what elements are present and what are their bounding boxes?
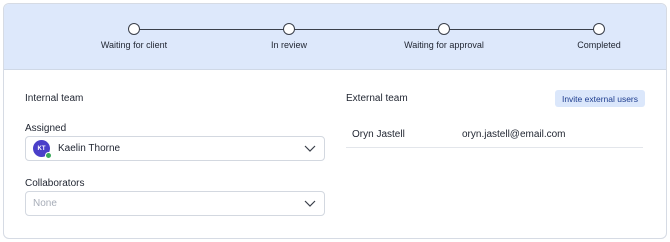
assigned-value: Kaelin Thorne: [58, 143, 121, 154]
collaborators-placeholder: None: [33, 198, 57, 209]
step-dot: [438, 23, 450, 35]
assigned-select[interactable]: KT Kaelin Thorne: [25, 136, 325, 161]
step-completed[interactable]: Completed: [529, 23, 666, 50]
avatar-initials: KT: [37, 145, 46, 152]
invite-external-users-button[interactable]: Invite external users: [555, 90, 645, 107]
step-label: Completed: [577, 40, 621, 50]
online-status-dot: [45, 152, 52, 159]
step-dot: [283, 23, 295, 35]
collaborators-select[interactable]: None: [25, 191, 325, 216]
step-label: Waiting for client: [100, 40, 168, 50]
assigned-label: Assigned: [25, 123, 67, 134]
step-dot: [593, 23, 605, 35]
collaborators-label: Collaborators: [25, 178, 85, 189]
external-team-title: External team: [346, 93, 408, 104]
step-label: Waiting for approval: [404, 40, 484, 50]
external-user-name: Oryn Jastell: [352, 128, 405, 140]
chevron-down-icon[interactable]: [304, 145, 316, 153]
step-in-review[interactable]: In review: [219, 23, 359, 50]
workflow-card: Waiting for client In review Waiting for…: [3, 3, 667, 239]
internal-team-title: Internal team: [25, 93, 84, 104]
progress-tracker: Waiting for client In review Waiting for…: [4, 4, 666, 70]
step-waiting-for-client[interactable]: Waiting for client: [64, 23, 204, 50]
step-label: In review: [270, 40, 307, 50]
external-user-row[interactable]: Oryn Jastell oryn.jastell@email.com: [346, 121, 643, 148]
external-user-email: oryn.jastell@email.com: [462, 128, 566, 140]
step-waiting-for-approval[interactable]: Waiting for approval: [374, 23, 514, 50]
step-dot: [128, 23, 140, 35]
avatar: KT: [33, 140, 52, 159]
chevron-down-icon[interactable]: [304, 200, 316, 208]
